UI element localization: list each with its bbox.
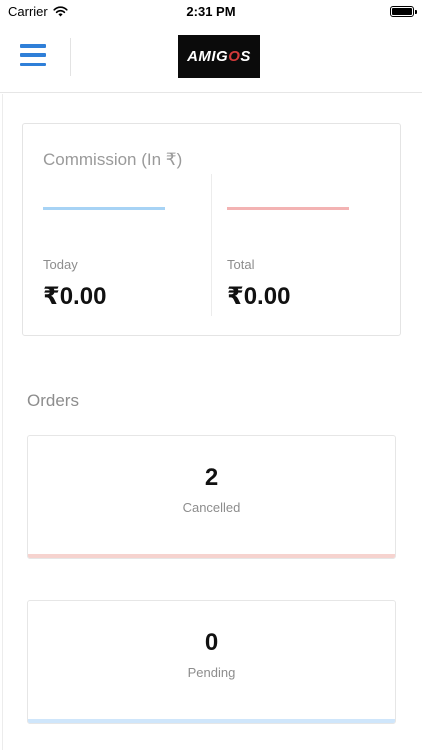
battery-icon (390, 5, 417, 17)
order-count: 2 (204, 464, 219, 491)
nav-bar: AMIG O S (0, 22, 422, 93)
today-value: ₹0.00 (43, 283, 107, 310)
carrier-label: Carrier (8, 3, 48, 19)
logo-text-part3: S (240, 48, 251, 65)
status-left: Carrier (8, 4, 68, 19)
nav-divider (70, 38, 71, 76)
total-bar (227, 207, 349, 210)
left-edge-line (2, 94, 3, 750)
today-label: Today (43, 257, 78, 272)
order-label: Pending (187, 665, 236, 680)
status-bar: Carrier 2:31 PM (0, 0, 422, 22)
order-card-cancelled[interactable]: 2 Cancelled (27, 435, 396, 559)
menu-icon-line (20, 53, 46, 57)
commission-divider (211, 174, 212, 316)
app-logo: AMIG O S (178, 35, 260, 78)
total-label: Total (227, 257, 255, 272)
commission-title: Commission (In ₹) (43, 150, 183, 169)
order-card-pending[interactable]: 0 Pending (27, 600, 396, 724)
orders-heading: Orders (27, 391, 79, 410)
menu-icon[interactable] (20, 44, 46, 66)
order-label: Cancelled (182, 500, 241, 515)
today-bar (43, 207, 165, 210)
order-accent-bar (28, 719, 395, 723)
menu-icon-line (20, 62, 46, 66)
logo-text-part1: AMIG (187, 48, 229, 65)
logo-text-part2: O (228, 48, 241, 65)
wifi-icon (53, 5, 68, 16)
total-value: ₹0.00 (227, 283, 291, 310)
menu-icon-line (20, 44, 46, 48)
order-count: 0 (204, 629, 219, 656)
battery-fill (392, 7, 412, 15)
order-accent-bar (28, 554, 395, 558)
commission-card: Commission (In ₹) Today ₹0.00 Total ₹0.0… (22, 123, 401, 336)
